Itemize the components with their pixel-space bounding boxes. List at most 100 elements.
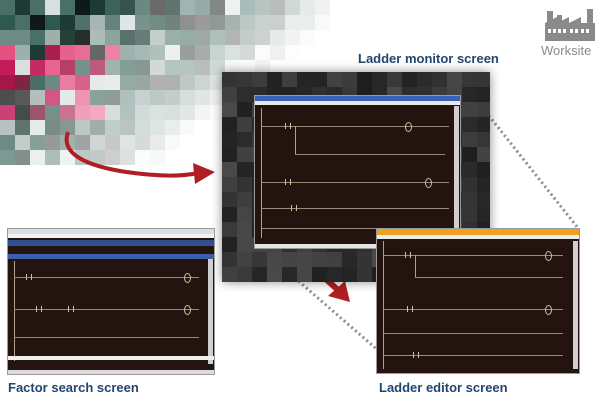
contact-symbol — [291, 205, 297, 211]
frame-tile — [237, 237, 252, 252]
frame-tile — [477, 117, 490, 132]
frame-tile — [477, 207, 490, 222]
frame-tile — [237, 162, 252, 177]
frame-tile — [477, 132, 490, 147]
factor-search-screen[interactable] — [7, 228, 215, 375]
frame-tile — [432, 72, 447, 87]
frame-tile — [237, 192, 252, 207]
frame-tile — [282, 72, 297, 87]
frame-tile — [342, 267, 357, 282]
factor-splitter[interactable] — [8, 356, 214, 360]
frame-tile — [462, 117, 477, 132]
contact-symbol — [285, 123, 291, 129]
frame-tile — [222, 252, 237, 267]
factor-search-caption: Factor search screen — [8, 380, 139, 395]
monitor-menubar — [255, 101, 460, 105]
frame-tile — [252, 252, 267, 267]
frame-tile — [222, 267, 237, 282]
left-power-rail — [261, 108, 262, 238]
factor-statusbar — [8, 370, 214, 374]
frame-tile — [222, 222, 237, 237]
frame-tile — [357, 72, 372, 87]
editor-scrollbar[interactable] — [573, 241, 578, 369]
frame-tile — [462, 207, 477, 222]
frame-tile — [222, 132, 237, 147]
ladder-rung — [261, 208, 449, 209]
frame-tile — [462, 177, 477, 192]
ladder-rung — [14, 277, 199, 278]
frame-tile — [477, 72, 490, 87]
contact-symbol — [407, 306, 413, 312]
frame-tile — [387, 72, 402, 87]
frame-tile — [237, 177, 252, 192]
coil-symbol — [184, 273, 191, 283]
frame-tile — [417, 72, 432, 87]
frame-tile — [222, 87, 237, 102]
factor-scrollbar[interactable] — [208, 259, 213, 364]
frame-tile — [297, 72, 312, 87]
frame-tile — [297, 252, 312, 267]
frame-tile — [237, 87, 252, 102]
coil-symbol — [425, 178, 432, 188]
frame-tile — [222, 192, 237, 207]
factor-toolbar — [8, 240, 214, 246]
frame-tile — [267, 252, 282, 267]
frame-tile — [477, 192, 490, 207]
frame-tile — [477, 87, 490, 102]
factor-search-result-row[interactable] — [8, 254, 214, 259]
frame-tile — [357, 267, 372, 282]
frame-tile — [402, 72, 417, 87]
frame-tile — [222, 162, 237, 177]
contact-symbol — [405, 252, 411, 258]
frame-tile — [222, 237, 237, 252]
curved-arrow-icon — [64, 131, 215, 184]
ladder-rung — [383, 355, 563, 356]
frame-tile — [357, 252, 372, 267]
ladder-rung — [14, 337, 199, 338]
frame-tile — [267, 267, 282, 282]
frame-tile — [282, 267, 297, 282]
frame-tile — [237, 207, 252, 222]
coil-symbol — [545, 305, 552, 315]
ladder-rung — [415, 277, 563, 278]
ladder-rung — [383, 333, 563, 334]
ladder-editor-screen[interactable] — [376, 228, 580, 374]
contact-symbol — [285, 179, 291, 185]
monitor-scrollbar[interactable] — [454, 106, 459, 242]
frame-tile — [237, 147, 252, 162]
frame-tile — [222, 147, 237, 162]
frame-tile — [267, 72, 282, 87]
frame-tile — [477, 102, 490, 117]
frame-tile — [282, 252, 297, 267]
frame-tile — [237, 267, 252, 282]
editor-menubar — [377, 235, 579, 239]
frame-tile — [327, 252, 342, 267]
frame-tile — [477, 147, 490, 162]
contact-symbol — [36, 306, 42, 312]
frame-tile — [372, 72, 387, 87]
frame-tile — [222, 207, 237, 222]
branch-line — [415, 255, 416, 277]
frame-tile — [237, 102, 252, 117]
frame-tile — [222, 177, 237, 192]
frame-tile — [222, 102, 237, 117]
frame-tile — [462, 102, 477, 117]
frame-tile — [462, 132, 477, 147]
left-power-rail — [14, 261, 15, 361]
ladder-monitor-screen[interactable] — [254, 95, 461, 249]
frame-tile — [462, 147, 477, 162]
contact-symbol — [413, 352, 419, 358]
frame-tile — [237, 72, 252, 87]
contact-symbol — [26, 274, 32, 280]
frame-tile — [312, 72, 327, 87]
frame-tile — [222, 72, 237, 87]
frame-tile — [327, 72, 342, 87]
frame-tile — [312, 252, 327, 267]
contact-symbol — [68, 306, 74, 312]
coil-symbol — [405, 122, 412, 132]
ladder-editor-caption: Ladder editor screen — [379, 380, 508, 395]
left-power-rail — [383, 241, 384, 369]
ladder-rung — [295, 154, 445, 155]
frame-tile — [237, 252, 252, 267]
frame-tile — [462, 87, 477, 102]
